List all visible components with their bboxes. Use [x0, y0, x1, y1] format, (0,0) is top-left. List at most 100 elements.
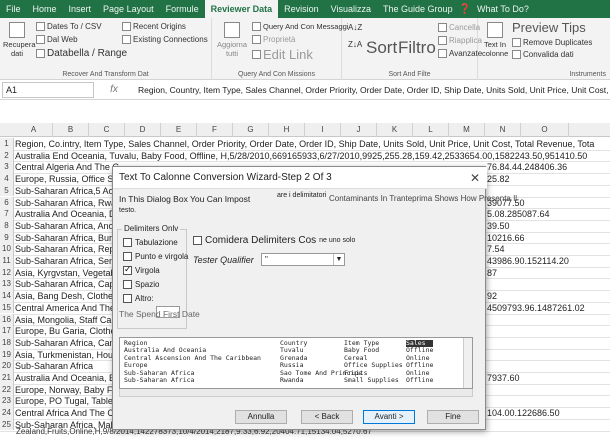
row-header[interactable]: 20	[0, 360, 14, 372]
row-header[interactable]: 6	[0, 196, 14, 209]
cancel-button[interactable]: Annulla	[235, 410, 287, 424]
checkbox-comma[interactable]: Virgola	[123, 264, 160, 275]
row-header[interactable]: 8	[0, 219, 14, 232]
cell-value[interactable]: 10216.66	[487, 232, 525, 244]
tab-revision[interactable]: Revision	[278, 0, 325, 18]
column-header[interactable]: F	[197, 123, 233, 137]
row-header[interactable]: 17	[0, 325, 14, 337]
name-box[interactable]: A1	[2, 81, 94, 98]
checkbox-semicolon[interactable]: Punto e virgola	[123, 252, 188, 261]
chevron-down-icon[interactable]: ▼	[333, 254, 344, 265]
row-header[interactable]: 22	[0, 383, 14, 396]
row-header[interactable]: 10	[0, 243, 14, 255]
column-header[interactable]: J	[341, 123, 377, 137]
row-header[interactable]: 1	[0, 138, 14, 150]
column-header[interactable]: E	[161, 123, 197, 137]
advanced-filter-button[interactable]: Avanzate	[438, 49, 482, 58]
row-header[interactable]: 14	[0, 290, 14, 302]
row-header[interactable]: 16	[0, 313, 14, 326]
vertical-scrollbar[interactable]	[463, 338, 472, 388]
tab-what-to-do[interactable]: What To Do?	[471, 0, 535, 18]
cell-value[interactable]: 87	[487, 267, 497, 279]
horizontal-scrollbar[interactable]	[119, 389, 473, 397]
next-button[interactable]: Avanti >	[363, 410, 415, 424]
checkbox-other[interactable]: Altro:	[123, 294, 154, 303]
cell-value[interactable]: 39.50	[487, 220, 510, 232]
queries-connections-button[interactable]: Query And Con Messaggi	[252, 22, 348, 31]
clear-filter-button[interactable]: Cancella	[438, 23, 480, 32]
tab-the-guide-group[interactable]: The Guide Group	[377, 0, 459, 18]
column-header[interactable]: C	[89, 123, 125, 137]
column-header[interactable]: M	[449, 123, 485, 137]
reapply-button[interactable]: Riapplica	[438, 36, 482, 45]
tab-page-layout[interactable]: Page Layout	[97, 0, 160, 18]
data-validation-button[interactable]: Convalida dati	[512, 50, 574, 59]
text-qualifier-select[interactable]: " ▼	[261, 253, 345, 266]
column-header[interactable]: H	[269, 123, 305, 137]
row-header[interactable]: 24	[0, 407, 14, 419]
cell-value[interactable]: 7937.60	[487, 372, 520, 384]
tab-insert[interactable]: Insert	[63, 0, 98, 18]
formula-input[interactable]: Region, Country, Item Type, Sales Channe…	[134, 85, 610, 95]
cell-value[interactable]: 25.82	[487, 173, 510, 185]
sort-az-button[interactable]: A↓Z	[348, 23, 362, 32]
consecutive-delimiters-checkbox[interactable]: Comidera Delimiters Cos ne uno solo	[193, 235, 355, 246]
checkbox[interactable]	[193, 236, 202, 245]
preview-column[interactable]: Item Type Baby Food Cereal Office Supplies F…	[344, 339, 403, 384]
row-header[interactable]: 4	[0, 173, 14, 185]
filter-button[interactable]: Filtro	[398, 38, 436, 58]
cell-value[interactable]: 7.54	[487, 243, 505, 255]
refresh-all-button[interactable]: Aggiorna tutti	[216, 22, 248, 58]
checkbox[interactable]	[123, 252, 132, 261]
row-header[interactable]: 21	[0, 372, 14, 384]
tab-formule[interactable]: Formule	[160, 0, 205, 18]
finish-button[interactable]: Fine	[427, 410, 479, 424]
cell-value[interactable]: 5.08.285087.64	[487, 208, 550, 220]
cell-value[interactable]: 4509793.96.1487261.02	[487, 302, 585, 314]
cell-value[interactable]: 104.00.122686.50	[487, 407, 560, 419]
tab-visualizza[interactable]: Visualizza	[325, 0, 377, 18]
column-header[interactable]: O	[521, 123, 569, 137]
column-header[interactable]: K	[377, 123, 413, 137]
row-header[interactable]: 19	[0, 348, 14, 361]
preview-column[interactable]: Sales Offline Online Offline Online Offline	[406, 339, 434, 384]
column-header[interactable]: I	[305, 123, 341, 137]
flash-fill-button[interactable]: Preview Tips	[512, 20, 586, 35]
preview-column[interactable]: Region Australia And Oceania Central Ascen…	[124, 339, 261, 384]
column-header[interactable]: G	[233, 123, 269, 137]
column-header[interactable]: B	[53, 123, 89, 137]
row-header[interactable]: 2	[0, 149, 14, 162]
row-header[interactable]: 3	[0, 161, 14, 174]
row-header[interactable]: 11	[0, 255, 14, 267]
row-header[interactable]: 12	[0, 266, 14, 279]
tab-file[interactable]: File	[0, 0, 27, 18]
column-header[interactable]: L	[413, 123, 449, 137]
row-header[interactable]: 15	[0, 301, 14, 314]
recent-sources-button[interactable]: Recent Origins	[122, 22, 186, 31]
tab-home[interactable]: Home	[27, 0, 63, 18]
row-header[interactable]: 18	[0, 336, 14, 349]
checkbox-tab[interactable]: Tabulazione	[123, 238, 178, 247]
from-csv-button[interactable]: Dates To / CSV	[36, 22, 102, 31]
column-header[interactable]: N	[485, 123, 521, 137]
row-header[interactable]: 13	[0, 278, 14, 291]
checkbox[interactable]	[123, 280, 132, 289]
cell-a[interactable]: Australia End Oceania, Tuvalu, Baby Food…	[15, 150, 595, 162]
text-to-columns-button[interactable]: Text In colonne	[482, 22, 508, 58]
cell-a[interactable]: Region, Co.intry, Item Type, Sales Chann…	[15, 138, 595, 150]
tab-reviewer-data[interactable]: Reviewer Data	[204, 0, 279, 18]
from-web-button[interactable]: Dal Web	[36, 35, 78, 44]
checkbox[interactable]	[123, 238, 132, 247]
checkbox[interactable]	[123, 264, 132, 275]
sort-za-button[interactable]: Z↓A	[348, 40, 362, 49]
row-header[interactable]: 23	[0, 395, 14, 408]
close-icon[interactable]: ✕	[470, 167, 480, 189]
cell-value[interactable]: 92	[487, 290, 497, 302]
existing-connections-button[interactable]: Existing Connections	[122, 35, 208, 44]
column-header[interactable]: A	[15, 123, 53, 137]
sort-button[interactable]: Sort	[366, 38, 397, 58]
checkbox[interactable]	[123, 294, 132, 303]
get-data-button[interactable]: Recupera dati	[3, 22, 36, 58]
properties-button[interactable]: Proprietà	[252, 35, 295, 44]
edit-links-button[interactable]: Edit Link	[252, 47, 313, 62]
